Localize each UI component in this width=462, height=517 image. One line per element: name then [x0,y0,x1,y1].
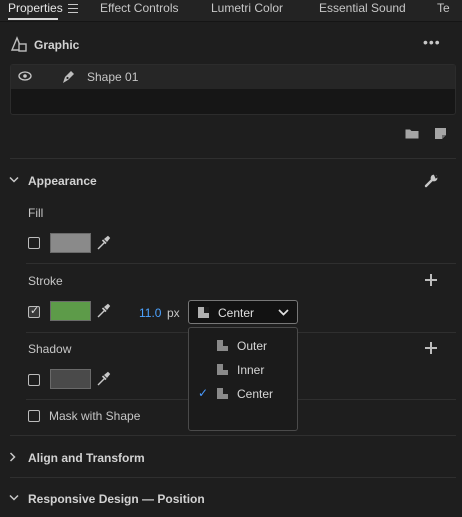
align-transform-title[interactable]: Align and Transform [28,451,145,465]
shadow-checkbox[interactable] [28,374,40,386]
menu-item-inner[interactable]: Inner [189,358,297,382]
section-divider [26,263,456,264]
stroke-label: Stroke [28,274,63,288]
chevron-right-icon[interactable] [9,452,17,462]
menu-item-label: Inner [237,363,265,377]
mask-label: Mask with Shape [49,409,141,423]
tab-lumetri-color[interactable]: Lumetri Color [211,0,283,22]
stroke-position-menu: Outer Inner ✓ Center [188,327,298,431]
layer-row[interactable]: Shape 01 [11,65,455,89]
fill-checkbox[interactable] [28,237,40,249]
section-divider [10,158,456,159]
tab-effect-controls[interactable]: Effect Controls [100,0,178,22]
active-tab-underline [8,18,58,20]
menu-item-label: Outer [237,339,268,353]
section-divider [10,477,456,478]
panel-tab-bar: Properties Effect Controls Lumetri Color… [0,0,462,22]
inner-stroke-icon [217,364,228,375]
eye-icon[interactable] [18,71,32,81]
menu-item-outer[interactable]: Outer [189,334,297,358]
section-divider [10,435,456,436]
tab-essential-sound[interactable]: Essential Sound [319,0,406,22]
graphic-title: Graphic [34,38,80,52]
eyedropper-icon[interactable] [96,303,111,319]
chevron-down-icon[interactable] [9,176,19,184]
shadow-color-swatch[interactable] [50,369,91,389]
folder-icon[interactable] [405,128,419,139]
appearance-title: Appearance [28,174,97,188]
chevron-down-icon[interactable] [9,494,19,502]
outer-stroke-icon [217,340,228,351]
tab-menu-icon[interactable] [68,4,78,13]
menu-item-center[interactable]: ✓ Center [189,382,297,406]
tab-text[interactable]: Te [437,0,450,22]
stroke-width-value[interactable]: 11.0 [139,306,161,320]
fill-color-swatch[interactable] [50,233,91,253]
center-stroke-icon [217,388,228,399]
stroke-position-value: Center [218,306,255,320]
graphic-layers-list: Shape 01 [10,64,456,115]
eyedropper-icon[interactable] [96,371,111,387]
stroke-position-select[interactable]: Center [188,300,298,324]
chevron-down-icon [278,309,289,316]
stroke-checkbox[interactable]: ✓ [28,305,40,318]
graphic-icon [10,36,27,52]
eyedropper-icon[interactable] [96,235,111,251]
responsive-design-title[interactable]: Responsive Design — Position [28,492,205,506]
center-stroke-icon [198,307,209,318]
stroke-width-unit: px [167,306,180,320]
properties-panel: Graphic ••• Shape 01 Appearance Fill Str… [0,22,462,517]
menu-item-label: Center [237,387,274,401]
fill-label: Fill [28,206,44,220]
more-options-icon[interactable]: ••• [423,34,441,50]
mask-checkbox[interactable] [28,410,40,422]
add-shadow-icon[interactable] [425,342,437,354]
pen-icon [63,71,74,83]
new-layer-icon[interactable] [434,127,447,140]
layer-name: Shape 01 [87,70,139,84]
wrench-icon[interactable] [424,173,439,188]
shadow-label: Shadow [28,342,72,356]
checkmark-icon: ✓ [198,386,209,400]
stroke-color-swatch[interactable] [50,301,91,321]
add-stroke-icon[interactable] [425,274,437,286]
